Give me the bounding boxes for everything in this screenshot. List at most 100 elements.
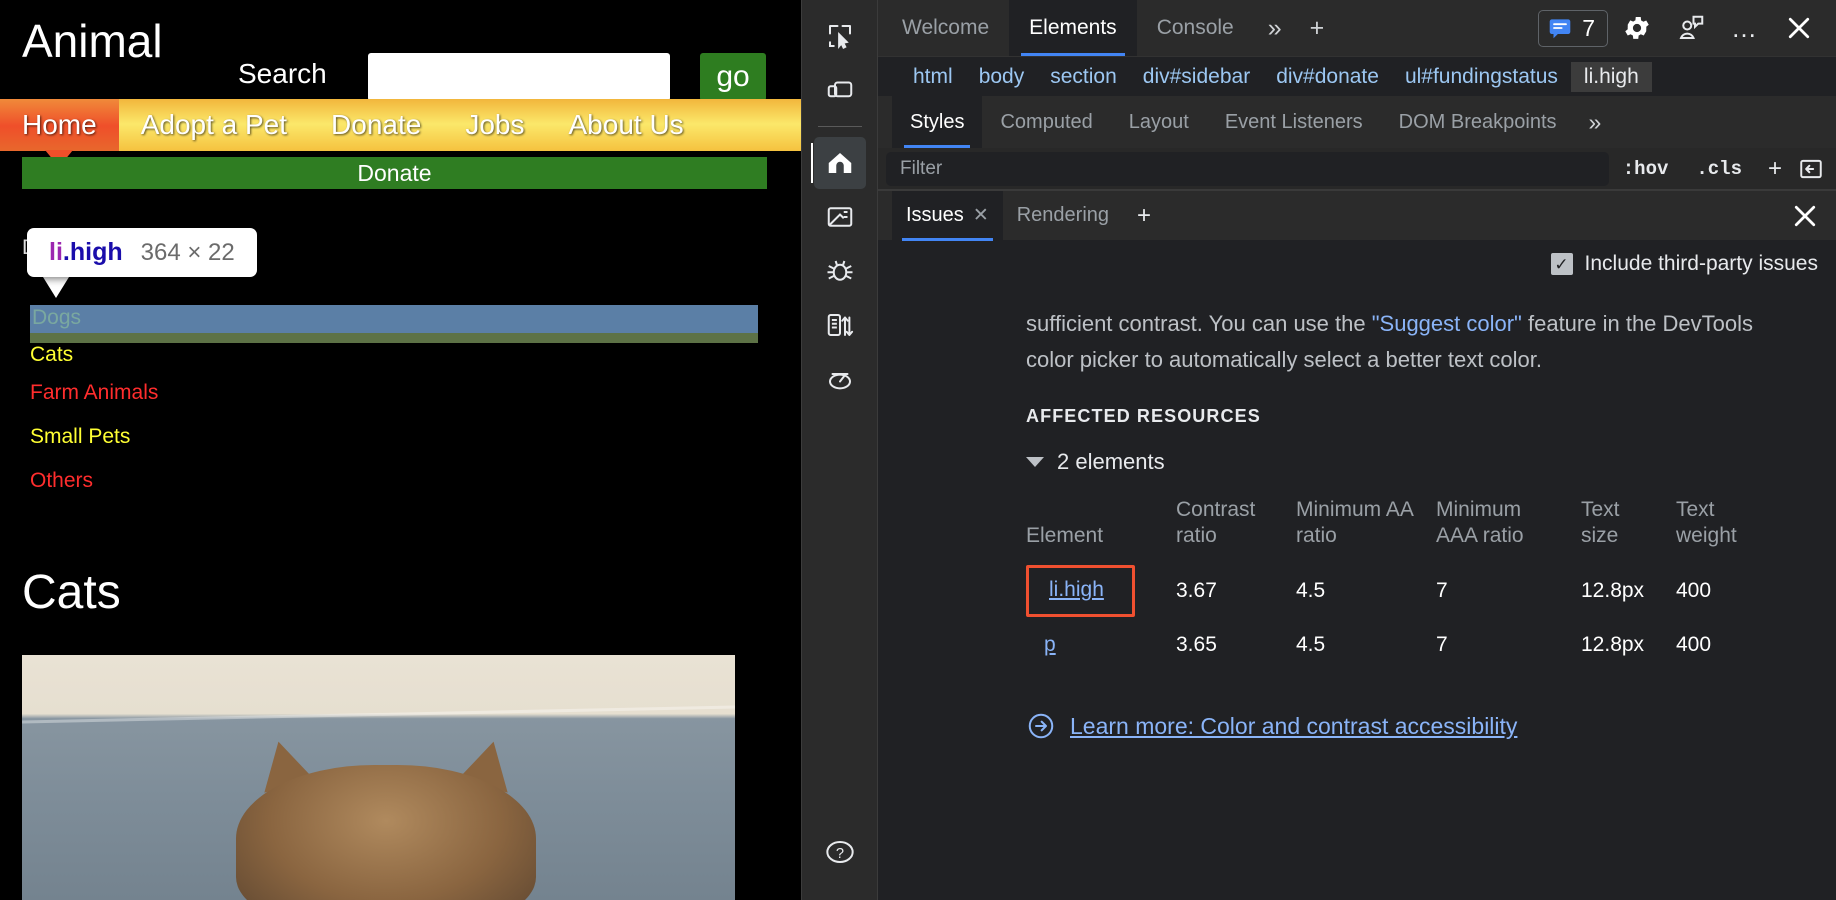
search-go-button[interactable]: go	[700, 53, 766, 101]
nav-item-home[interactable]: Home	[0, 99, 119, 151]
close-icon[interactable]	[1774, 3, 1824, 53]
devtools-panel: ? Welcome Elements Console » +	[801, 0, 1836, 900]
issues-counter-button[interactable]: 7	[1538, 10, 1608, 47]
panel-tabs-overflow-chevron-icon[interactable]: »	[1575, 109, 1616, 136]
nav-item-about-us[interactable]: About Us	[547, 99, 706, 151]
affected-elements-toggle[interactable]: 2 elements	[878, 427, 1836, 475]
site-title: Animal	[22, 18, 163, 64]
arrow-right-circle-icon	[1026, 711, 1056, 741]
cell-text-weight: 400	[1676, 557, 1776, 625]
panel-tab-dom-breakpoints[interactable]: DOM Breakpoints	[1381, 96, 1575, 148]
panel-tab-styles[interactable]: Styles	[892, 96, 982, 148]
feedback-icon[interactable]	[1666, 3, 1716, 53]
tab-welcome[interactable]: Welcome	[882, 0, 1009, 56]
breadcrumb-div-sidebar[interactable]: div#sidebar	[1130, 62, 1263, 92]
tab-label: Elements	[1029, 16, 1117, 40]
cell-min-aaa: 7	[1436, 625, 1581, 665]
breadcrumb-section[interactable]: section	[1037, 62, 1130, 92]
th-text-weight: Text weight	[1676, 497, 1776, 557]
table-head: Element Contrast ratio Minimum AA ratio …	[1026, 497, 1776, 557]
th-minimum-aaa-ratio: Minimum AAA ratio	[1436, 497, 1581, 557]
nav-item-donate[interactable]: Donate	[309, 99, 443, 151]
nav-item-adopt-a-pet[interactable]: Adopt a Pet	[119, 99, 309, 151]
drawer-tab-issues[interactable]: Issues ✕	[892, 191, 1003, 241]
th-text-size: Text size	[1581, 497, 1676, 557]
home-icon[interactable]	[814, 137, 866, 189]
panel-tab-event-listeners[interactable]: Event Listeners	[1207, 96, 1381, 148]
affected-elements-summary: 2 elements	[1057, 449, 1165, 475]
drawer-close-icon[interactable]	[1790, 201, 1836, 231]
plus-icon[interactable]: +	[1296, 0, 1339, 56]
drawer-tabbar: Issues ✕ Rendering +	[878, 190, 1836, 240]
affected-resources-title: AFFECTED RESOURCES	[878, 378, 1836, 427]
dock-to-left-icon[interactable]	[1794, 156, 1836, 182]
suggest-color-link[interactable]: "Suggest color"	[1372, 311, 1522, 336]
cell-min-aa: 4.5	[1296, 625, 1436, 665]
search-input[interactable]	[368, 53, 670, 101]
class-toggle[interactable]: .cls	[1682, 158, 1756, 180]
funding-list-item-cats[interactable]: Cats	[30, 343, 73, 367]
gear-icon[interactable]	[1612, 3, 1662, 53]
breadcrumb-div-donate[interactable]: div#donate	[1263, 62, 1392, 92]
tab-elements[interactable]: Elements	[1009, 0, 1137, 56]
include-third-party-label: Include third-party issues	[1585, 252, 1818, 276]
tab-console[interactable]: Console	[1137, 0, 1254, 56]
triangle-down-icon	[1026, 457, 1044, 467]
bug-icon[interactable]	[814, 245, 866, 297]
drawer-tab-rendering[interactable]: Rendering	[1003, 191, 1123, 241]
nav-item-jobs[interactable]: Jobs	[443, 99, 546, 151]
panel-tab-label: Event Listeners	[1225, 111, 1363, 134]
funding-list-item-dogs-highlighted[interactable]: Dogs	[30, 305, 758, 333]
new-style-rule-icon[interactable]: +	[1756, 155, 1794, 183]
performance-monitor-icon[interactable]	[814, 353, 866, 405]
styles-filter-row: :hov .cls +	[878, 148, 1836, 190]
cell-contrast-ratio: 3.65	[1176, 625, 1296, 665]
devtools-tabbar: Welcome Elements Console » + 7	[878, 0, 1836, 56]
styles-filter-input[interactable]	[886, 152, 1609, 186]
breadcrumb-li-high[interactable]: li.high	[1571, 62, 1652, 92]
element-link-p[interactable]: p	[1044, 633, 1056, 656]
issue-description-part1: sufficient contrast. You can use the	[1026, 311, 1372, 336]
panel-tab-layout[interactable]: Layout	[1111, 96, 1207, 148]
nav-label: Adopt a Pet	[141, 109, 287, 141]
media-icon[interactable]	[814, 191, 866, 243]
inspect-element-icon[interactable]	[814, 10, 866, 62]
cell-contrast-ratio: 3.67	[1176, 557, 1296, 625]
learn-more-link[interactable]: Learn more: Color and contrast accessibi…	[878, 665, 1836, 741]
funding-list-item-small-pets[interactable]: Small Pets	[30, 425, 130, 449]
panel-tab-label: Computed	[1000, 111, 1092, 134]
help-icon[interactable]: ?	[814, 826, 866, 878]
devtools-main-column: Welcome Elements Console » + 7	[878, 0, 1836, 900]
tooltip-dimensions: 364 × 22	[141, 239, 235, 267]
panel-tab-label: DOM Breakpoints	[1399, 111, 1557, 134]
network-conditions-icon[interactable]	[814, 299, 866, 351]
panel-tab-computed[interactable]: Computed	[982, 96, 1110, 148]
funding-list-item-farm-animals[interactable]: Farm Animals	[30, 381, 158, 405]
issues-toolbar: ✓ Include third-party issues	[878, 240, 1836, 288]
tooltip-pointer	[43, 277, 69, 298]
device-toolbar-icon[interactable]	[814, 64, 866, 116]
tab-label: Welcome	[902, 16, 989, 40]
breadcrumb-html[interactable]: html	[900, 62, 966, 92]
cell-element: li.high	[1026, 557, 1176, 625]
affected-resources-table: Element Contrast ratio Minimum AA ratio …	[1026, 497, 1776, 665]
breadcrumb-ul-fundingstatus[interactable]: ul#fundingstatus	[1392, 62, 1571, 92]
drawer-tab-label: Issues	[906, 204, 964, 227]
donate-banner[interactable]: Donate	[22, 157, 767, 189]
funding-list-item-others[interactable]: Others	[30, 469, 93, 493]
more-options-icon[interactable]: …	[1720, 3, 1770, 53]
hover-state-toggle[interactable]: :hov	[1609, 158, 1683, 180]
drawer-tab-close-icon[interactable]: ✕	[973, 204, 989, 227]
nav-label: Home	[22, 109, 97, 141]
chevron-double-right-icon[interactable]: »	[1254, 0, 1296, 56]
cell-text-weight: 400	[1676, 625, 1776, 665]
include-third-party-issues-checkbox[interactable]: ✓ Include third-party issues	[1551, 252, 1818, 276]
th-element: Element	[1026, 497, 1176, 557]
breadcrumb-body[interactable]: body	[966, 62, 1038, 92]
drawer-add-tab-icon[interactable]: +	[1123, 202, 1165, 230]
feedback-bubble-icon	[1547, 15, 1573, 41]
nav-label: Donate	[331, 109, 421, 141]
element-link-li-high[interactable]: li.high	[1026, 565, 1135, 617]
cat-head	[236, 765, 536, 900]
cell-min-aa: 4.5	[1296, 557, 1436, 625]
